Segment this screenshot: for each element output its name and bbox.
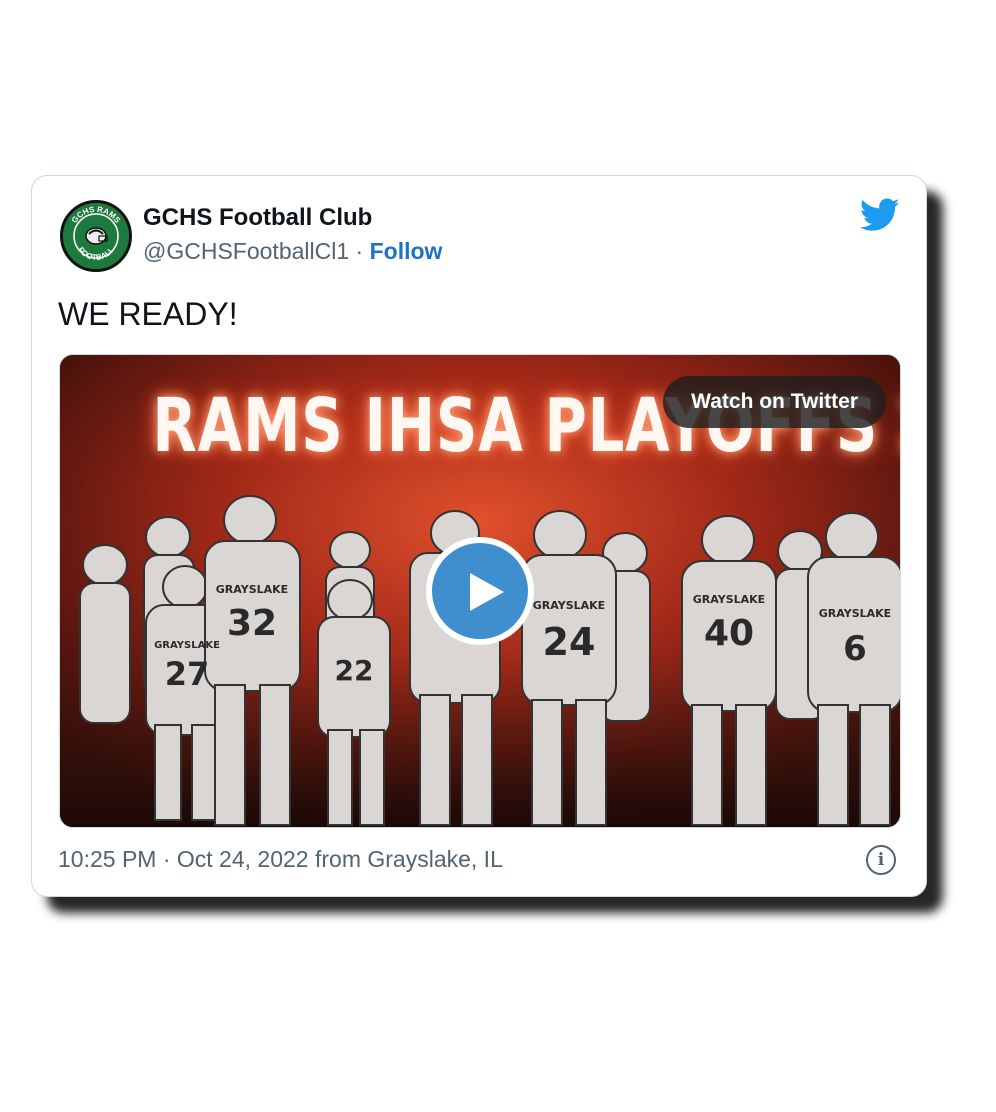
- display-name[interactable]: GCHS Football Club: [143, 204, 372, 232]
- video-player[interactable]: GRAYSLAKE 32 GRAYSLAKE 27 22 GRAYSLAKE 2…: [59, 354, 901, 828]
- jersey-text-1: GRAYSLAKE: [216, 583, 288, 596]
- twitter-bird-icon[interactable]: [860, 198, 900, 232]
- avatar[interactable]: GCHS RAMS FOOTBALL: [60, 200, 132, 272]
- handle-row: @GCHSFootballCl1 · Follow: [143, 238, 442, 265]
- play-button[interactable]: [426, 537, 534, 645]
- info-icon[interactable]: i: [866, 845, 896, 875]
- play-button-circle: [432, 543, 528, 639]
- handle[interactable]: @GCHSFootballCl1: [143, 238, 349, 264]
- jersey-text-3: GRAYSLAKE: [533, 599, 605, 612]
- jersey-number-1: 32: [227, 603, 277, 644]
- jersey-text-4: GRAYSLAKE: [693, 593, 765, 606]
- tweet-timestamp[interactable]: 10:25 PM · Oct 24, 2022 from Grayslake, …: [58, 846, 503, 873]
- jersey-number-2: 27: [165, 655, 210, 693]
- watch-on-twitter-button[interactable]: Watch on Twitter: [663, 376, 886, 428]
- jersey-number-4: 24: [543, 620, 596, 664]
- jersey-number-5: 40: [704, 613, 754, 654]
- avatar-logo-icon: GCHS RAMS FOOTBALL: [63, 203, 129, 269]
- tweet-text: WE READY!: [58, 296, 238, 332]
- jersey-text-2: GRAYSLAKE: [154, 640, 220, 651]
- play-icon: [470, 573, 504, 611]
- jersey-number-3: 22: [335, 654, 374, 687]
- jersey-text-5: GRAYSLAKE: [819, 607, 891, 620]
- tweet-card: GCHS RAMS FOOTBALL GCHS Football Club @G…: [31, 175, 927, 897]
- separator: ·: [355, 238, 364, 264]
- follow-button[interactable]: Follow: [370, 238, 443, 264]
- jersey-number-6: 6: [843, 629, 867, 669]
